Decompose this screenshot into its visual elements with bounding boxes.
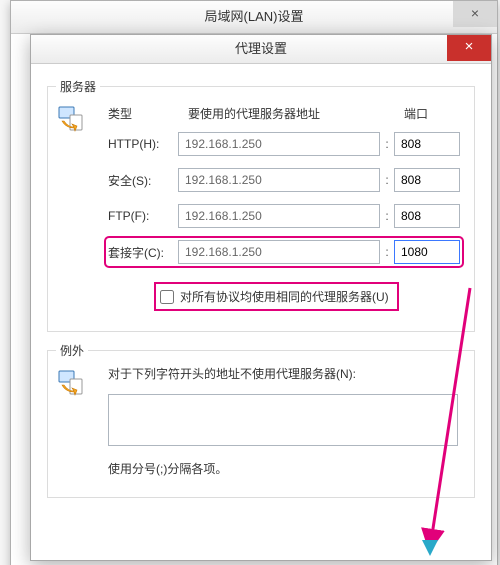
proxy-settings-window: 代理设置 × 服务器 类型 要使用的代理服务器地址 — [30, 34, 492, 561]
ftp-address-input[interactable] — [178, 204, 380, 228]
secure-address-input[interactable] — [178, 168, 380, 192]
ftp-port-input[interactable] — [394, 204, 460, 228]
lan-settings-title: 局域网(LAN)设置 — [205, 9, 304, 24]
exceptions-prompt: 对于下列字符开头的地址不使用代理服务器(N): — [108, 365, 460, 382]
same-proxy-checkbox[interactable]: 对所有协议均使用相同的代理服务器(U) — [154, 282, 399, 311]
exceptions-input[interactable] — [108, 394, 458, 446]
header-port: 端口 — [404, 105, 460, 122]
exceptions-icon — [58, 369, 86, 400]
label-secure: 安全(S): — [108, 172, 178, 189]
close-icon[interactable]: × — [447, 35, 491, 61]
lan-settings-titlebar[interactable]: 局域网(LAN)设置 × — [11, 1, 497, 34]
same-proxy-label: 对所有协议均使用相同的代理服务器(U) — [180, 288, 389, 305]
label-ftp: FTP(F): — [108, 209, 178, 223]
socks-port-input[interactable] — [394, 240, 460, 264]
row-http: HTTP(H): : — [108, 132, 460, 156]
proxy-settings-title: 代理设置 — [235, 41, 287, 56]
servers-group-title: 服务器 — [56, 78, 100, 95]
row-secure: 安全(S): : — [108, 168, 460, 192]
header-type: 类型 — [108, 105, 178, 122]
same-proxy-checkbox-input[interactable] — [160, 290, 174, 304]
servers-header: 类型 要使用的代理服务器地址 端口 — [108, 105, 460, 122]
row-socks: 套接字(C): : — [108, 240, 460, 264]
exceptions-hint: 使用分号(;)分隔各项。 — [108, 460, 460, 477]
exceptions-group-title: 例外 — [56, 342, 88, 359]
close-icon[interactable]: × — [453, 1, 497, 27]
http-port-input[interactable] — [394, 132, 460, 156]
exceptions-group: 例外 对于下列字符开头的地址不使用代理服务器(N): 使用分号(;)分隔各项。 — [47, 350, 475, 498]
header-addr: 要使用的代理服务器地址 — [188, 105, 386, 122]
label-socks: 套接字(C): — [108, 244, 178, 261]
socks-address-input[interactable] — [178, 240, 380, 264]
secure-port-input[interactable] — [394, 168, 460, 192]
http-address-input[interactable] — [178, 132, 380, 156]
label-http: HTTP(H): — [108, 137, 178, 151]
row-ftp: FTP(F): : — [108, 204, 460, 228]
servers-icon — [58, 105, 86, 136]
servers-group: 服务器 类型 要使用的代理服务器地址 端口 HTTP(H — [47, 86, 475, 332]
proxy-settings-titlebar[interactable]: 代理设置 × — [31, 35, 491, 64]
